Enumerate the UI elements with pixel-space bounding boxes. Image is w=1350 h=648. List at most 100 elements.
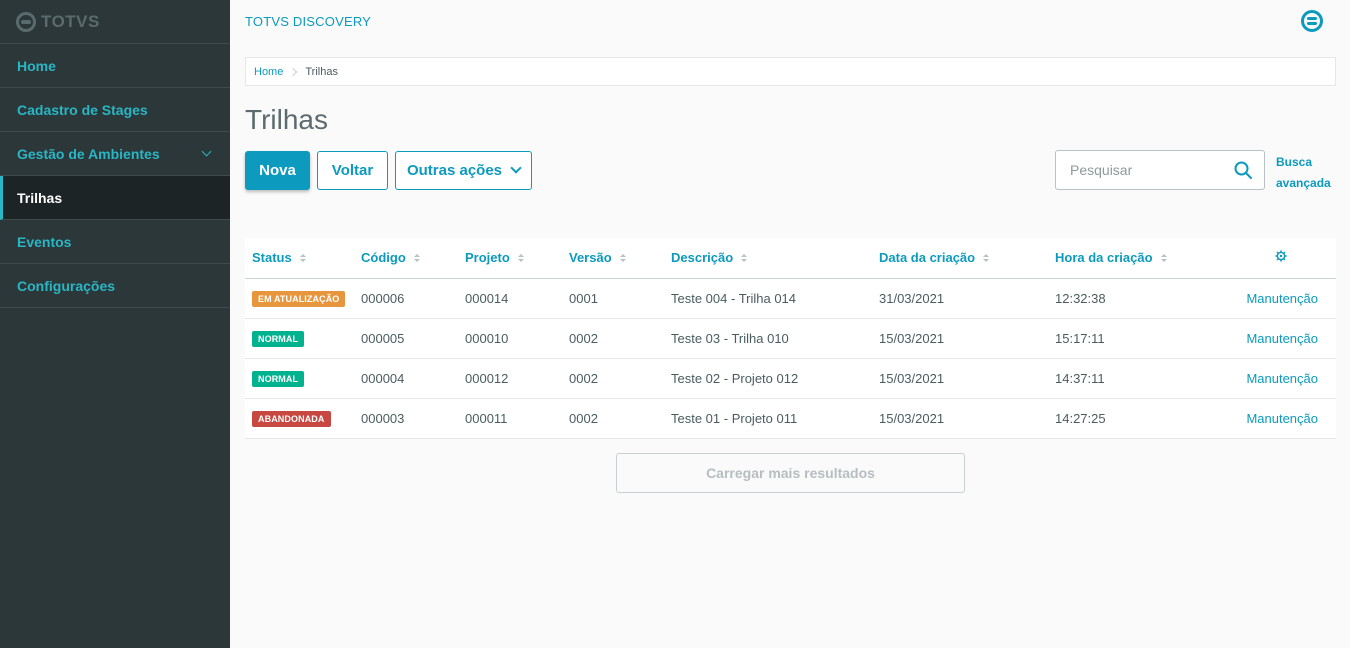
more-actions-button[interactable]: Outras ações — [395, 151, 532, 190]
column-header-versao[interactable]: Versão — [562, 238, 664, 279]
descricao-cell: Teste 02 - Projeto 012 — [664, 358, 872, 399]
search-input[interactable] — [1070, 162, 1220, 178]
maintenance-link[interactable]: Manutenção — [1246, 331, 1318, 346]
column-label: Versão — [569, 250, 612, 266]
column-label: Hora da criação — [1055, 250, 1153, 266]
load-more-button[interactable]: Carregar mais resultados — [616, 453, 965, 493]
search-icon[interactable] — [1234, 161, 1252, 179]
projeto-cell: 000010 — [458, 318, 562, 359]
totvs-user-icon[interactable] — [1301, 10, 1323, 32]
logo: TOTVS — [0, 0, 230, 44]
column-header-descricao[interactable]: Descrição — [664, 238, 872, 279]
sort-icon — [517, 254, 524, 263]
main-content: TOTVS DISCOVERY Home Trilhas Trilhas Nov… — [230, 0, 1350, 648]
status-cell: EM ATUALIZAÇÃO — [245, 278, 354, 319]
table-row: NORMAL 000004 000012 0002 Teste 02 - Projeto… — [245, 358, 1336, 399]
breadcrumb-home-link[interactable]: Home — [254, 66, 283, 78]
status-badge: NORMAL — [252, 370, 305, 387]
column-label: Descrição — [671, 250, 734, 266]
new-button[interactable]: Nova — [245, 151, 310, 190]
sidebar-item-label: Configurações — [17, 277, 116, 294]
status-badge: NORMAL — [252, 330, 305, 347]
sidebar-item-cadastro-stages[interactable]: Cadastro de Stages — [0, 88, 230, 132]
hora-cell: 12:32:38 — [1048, 278, 1198, 319]
versao-cell: 0002 — [562, 398, 664, 439]
advanced-search-line1: Busca — [1276, 155, 1313, 169]
sidebar-item-eventos[interactable]: Eventos — [0, 220, 230, 264]
sidebar-item-configuracoes[interactable]: Configurações — [0, 264, 230, 308]
descricao-cell: Teste 03 - Trilha 010 — [664, 318, 872, 359]
maintenance-link[interactable]: Manutenção — [1246, 371, 1318, 386]
logo-text: TOTVS — [41, 11, 100, 31]
chevron-down-icon — [510, 162, 522, 174]
trilhas-table: Status Código Projeto Versão Descrição D… — [245, 238, 1336, 439]
status-cell: NORMAL — [245, 358, 354, 399]
column-header-data[interactable]: Data da criação — [872, 238, 1048, 279]
data-cell: 31/03/2021 — [872, 278, 1048, 319]
back-button[interactable]: Voltar — [317, 151, 388, 190]
app-title: TOTVS DISCOVERY — [245, 14, 372, 29]
column-label: Projeto — [465, 250, 510, 266]
sort-icon — [299, 254, 306, 263]
codigo-cell: 000004 — [354, 358, 458, 399]
sidebar-item-label: Gestão de Ambientes — [17, 145, 160, 162]
versao-cell: 0002 — [562, 358, 664, 399]
sidebar-item-label: Cadastro de Stages — [17, 101, 148, 118]
hora-cell: 15:17:11 — [1048, 318, 1198, 359]
chevron-down-icon — [201, 146, 212, 157]
maintenance-link[interactable]: Manutenção — [1246, 411, 1318, 426]
hora-cell: 14:27:25 — [1048, 398, 1198, 439]
gear-icon[interactable] — [1275, 250, 1287, 262]
action-cell: Manutenção — [1198, 318, 1336, 359]
column-header-projeto[interactable]: Projeto — [458, 238, 562, 279]
projeto-cell: 000012 — [458, 358, 562, 399]
action-cell: Manutenção — [1198, 398, 1336, 439]
column-header-hora[interactable]: Hora da criação — [1048, 238, 1198, 279]
totvs-logo-icon — [16, 11, 36, 32]
sidebar-item-home[interactable]: Home — [0, 44, 230, 88]
descricao-cell: Teste 004 - Trilha 014 — [664, 278, 872, 319]
data-cell: 15/03/2021 — [872, 318, 1048, 359]
action-cell: Manutenção — [1198, 278, 1336, 319]
sort-icon — [741, 254, 748, 263]
status-cell: ABANDONADA — [245, 398, 354, 439]
column-header-codigo[interactable]: Código — [354, 238, 458, 279]
sidebar: TOTVS Home Cadastro de Stages Gestão de … — [0, 0, 230, 648]
descricao-cell: Teste 01 - Projeto 011 — [664, 398, 872, 439]
sort-icon — [413, 254, 420, 263]
sort-icon — [1160, 254, 1167, 263]
versao-cell: 0002 — [562, 318, 664, 359]
search-field[interactable] — [1055, 150, 1265, 190]
versao-cell: 0001 — [562, 278, 664, 319]
codigo-cell: 000006 — [354, 278, 458, 319]
maintenance-link[interactable]: Manutenção — [1246, 291, 1318, 306]
column-header-status[interactable]: Status — [245, 238, 354, 279]
column-label: Código — [361, 250, 406, 266]
table-row: ABANDONADA 000003 000011 0002 Teste 01 - Pro… — [245, 398, 1336, 439]
sidebar-item-label: Home — [17, 57, 56, 74]
data-cell: 15/03/2021 — [872, 398, 1048, 439]
advanced-search-line2: avançada — [1276, 176, 1331, 190]
projeto-cell: 000011 — [458, 398, 562, 439]
codigo-cell: 000005 — [354, 318, 458, 359]
sort-icon — [983, 254, 990, 263]
column-label: Data da criação — [879, 250, 976, 266]
chevron-right-icon — [289, 67, 298, 76]
table-row: EM ATUALIZAÇÃO 000006 000014 0001 Teste 004 … — [245, 278, 1336, 319]
column-label: Status — [252, 250, 292, 266]
sidebar-item-gestao-ambientes[interactable]: Gestão de Ambientes — [0, 132, 230, 176]
table-row: NORMAL 000005 000010 0002 Teste 03 - Trilha … — [245, 318, 1336, 359]
status-cell: NORMAL — [245, 318, 354, 359]
codigo-cell: 000003 — [354, 398, 458, 439]
hora-cell: 14:37:11 — [1048, 358, 1198, 399]
status-badge: ABANDONADA — [252, 410, 331, 427]
sort-icon — [619, 254, 626, 263]
advanced-search-link[interactable]: Busca avançada — [1276, 152, 1331, 194]
sidebar-item-label: Eventos — [17, 233, 72, 250]
sidebar-item-trilhas[interactable]: Trilhas — [0, 176, 230, 220]
page-title: Trilhas — [245, 104, 328, 135]
status-badge: EM ATUALIZAÇÃO — [252, 290, 346, 307]
projeto-cell: 000014 — [458, 278, 562, 319]
breadcrumb-current: Trilhas — [305, 65, 338, 78]
sidebar-item-label: Trilhas — [17, 189, 63, 206]
